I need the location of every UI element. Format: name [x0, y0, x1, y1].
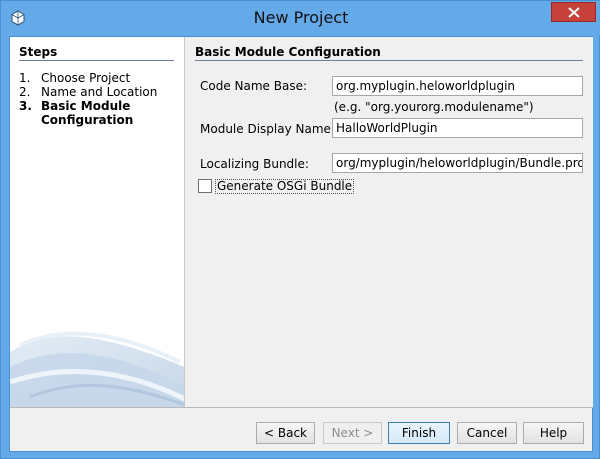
help-button[interactable]: Help — [523, 422, 584, 444]
cancel-button[interactable]: Cancel — [457, 422, 517, 444]
dialog-body: Steps 1. Choose Project 2. Name and Loca… — [9, 36, 593, 452]
title-bar[interactable]: New Project — [1, 1, 600, 35]
configuration-panel: Basic Module Configuration Code Name Bas… — [186, 37, 593, 407]
button-bar-divider — [10, 407, 593, 408]
step-label: Name and Location — [41, 85, 158, 99]
generate-osgi-bundle-checkbox[interactable] — [198, 179, 212, 193]
window-title: New Project — [253, 8, 349, 27]
panel-heading: Basic Module Configuration — [195, 45, 381, 59]
code-name-base-input[interactable]: org.myplugin.heloworldplugin — [332, 76, 583, 96]
step-label: Basic Module Configuration — [41, 99, 134, 127]
step-number: 3. — [19, 99, 32, 113]
localizing-bundle-label: Localizing Bundle: — [200, 157, 309, 171]
decorative-swoosh-graphic — [10, 331, 184, 407]
next-button[interactable]: Next > — [323, 422, 382, 444]
step-number: 2. — [19, 85, 31, 99]
steps-pane: Steps 1. Choose Project 2. Name and Loca… — [10, 37, 185, 407]
localizing-bundle-input[interactable]: org/myplugin/heloworldplugin/Bundle.prop… — [332, 153, 583, 173]
generate-osgi-bundle-label[interactable]: Generate OSGi Bundle — [215, 179, 355, 194]
finish-button[interactable]: Finish — [388, 422, 450, 444]
code-name-base-hint: (e.g. "org.yourorg.modulename") — [334, 100, 534, 114]
steps-divider — [19, 60, 174, 61]
panel-divider — [195, 60, 583, 61]
close-icon — [568, 7, 580, 18]
module-display-name-label: Module Display Name: — [200, 122, 335, 136]
back-button[interactable]: < Back — [256, 422, 315, 444]
code-name-base-label: Code Name Base: — [200, 79, 308, 93]
close-button[interactable] — [551, 2, 596, 22]
module-display-name-input[interactable]: HalloWorldPlugin — [332, 118, 583, 138]
step-number: 1. — [19, 71, 31, 85]
new-project-window: New Project Steps 1. Choose Project 2. N… — [0, 0, 600, 459]
step-label: Choose Project — [41, 71, 131, 85]
steps-heading: Steps — [19, 45, 58, 59]
